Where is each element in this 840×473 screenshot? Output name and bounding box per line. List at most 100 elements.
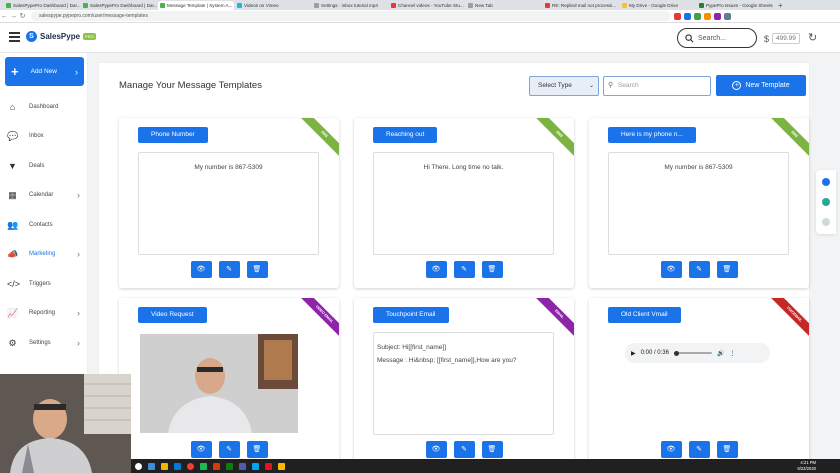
- eye-icon: 👁: [666, 446, 676, 453]
- chevron-right-icon: ›: [77, 249, 80, 259]
- extension-icon[interactable]: [684, 12, 691, 20]
- megaphone-icon: 📣: [7, 248, 19, 259]
- reload-icon[interactable]: ↻: [18, 12, 27, 20]
- browser-tab[interactable]: SalesPypePro Dashboard | Dar...: [81, 1, 157, 10]
- delete-button[interactable]: 🗑: [481, 261, 503, 278]
- chat-bubble-icon[interactable]: [822, 218, 830, 226]
- refresh-icon[interactable]: ↻: [808, 31, 817, 44]
- header-search-input[interactable]: Search...: [677, 28, 757, 48]
- play-icon[interactable]: ▶: [631, 350, 636, 357]
- sidebar-item-contacts[interactable]: 👥 Contacts: [0, 215, 88, 235]
- app-header: S SalesPype PRO Search... $ 499.99 ↻: [0, 23, 840, 53]
- app-icon[interactable]: [252, 462, 259, 470]
- chrome-icon[interactable]: [187, 462, 194, 470]
- extension-icon[interactable]: [714, 12, 721, 20]
- forward-icon[interactable]: →: [9, 13, 18, 20]
- delete-button[interactable]: 🗑: [716, 441, 738, 458]
- browser-tab[interactable]: New Tab: [466, 1, 542, 10]
- extension-icon[interactable]: [694, 12, 701, 20]
- delete-button[interactable]: 🗑: [716, 261, 738, 278]
- sidebar-item-dashboard[interactable]: ⌂ Dashboard: [0, 97, 88, 117]
- email-message-text: Message : Hi&nbsp; [[first_name]],How ar…: [377, 357, 517, 364]
- edit-button[interactable]: ✎: [218, 441, 240, 458]
- browser-tab[interactable]: Settings · inbox tutorial mp4: [312, 1, 388, 10]
- search-icon[interactable]: [135, 462, 142, 470]
- edit-button[interactable]: ✎: [688, 261, 710, 278]
- template-name-tag[interactable]: Touchpoint Email: [373, 307, 449, 323]
- menu-icon[interactable]: [9, 32, 20, 42]
- audio-progress-slider[interactable]: [673, 350, 712, 356]
- view-button[interactable]: 👁: [660, 441, 682, 458]
- browser-tab[interactable]: Message Template | System A...: [158, 0, 234, 10]
- sidebar-item-calendar[interactable]: ▦ Calendar ›: [0, 185, 88, 205]
- extension-icon[interactable]: [674, 12, 681, 20]
- back-icon[interactable]: ←: [0, 13, 9, 20]
- app-icon[interactable]: [213, 462, 220, 470]
- sidebar-item-deals[interactable]: ▼ Deals: [0, 156, 88, 176]
- view-button[interactable]: 👁: [425, 441, 447, 458]
- view-button[interactable]: 👁: [660, 261, 682, 278]
- app-icon[interactable]: [278, 462, 285, 470]
- template-name-tag[interactable]: Reaching out: [373, 127, 438, 143]
- edit-button[interactable]: ✎: [218, 261, 240, 278]
- template-name-tag[interactable]: Old Client Vmail: [608, 307, 681, 323]
- sidebar-item-inbox[interactable]: 💬 Inbox: [0, 126, 88, 146]
- edge-icon[interactable]: [174, 462, 181, 470]
- sidebar-item-marketing[interactable]: 📣 Marketing ›: [0, 244, 88, 264]
- browser-tab[interactable]: Channel videos - YouTube Stu...: [389, 1, 465, 10]
- app-icon[interactable]: [200, 462, 207, 470]
- new-template-button[interactable]: + New Template: [716, 75, 806, 96]
- template-preview: [138, 332, 319, 435]
- app-icon[interactable]: [265, 462, 272, 470]
- view-button[interactable]: 👁: [190, 441, 212, 458]
- view-button[interactable]: 👁: [190, 261, 212, 278]
- chevron-right-icon: ›: [77, 190, 80, 200]
- browser-tab[interactable]: SalesPypePro Dashboard | Dar...: [4, 1, 80, 10]
- new-tab-button[interactable]: +: [774, 1, 787, 10]
- delete-button[interactable]: 🗑: [246, 441, 268, 458]
- slider-knob[interactable]: [673, 350, 679, 356]
- bell-icon[interactable]: [822, 178, 830, 186]
- template-name-tag[interactable]: Video Request: [138, 307, 207, 323]
- delete-button[interactable]: 🗑: [246, 261, 268, 278]
- help-icon[interactable]: [822, 198, 830, 206]
- audio-player[interactable]: ▶ 0:00 / 0:36 🔊 ⋮: [625, 343, 770, 363]
- volume-icon[interactable]: 🔊: [717, 350, 724, 357]
- sidebar-item-triggers[interactable]: </> Triggers: [0, 274, 88, 294]
- excel-icon[interactable]: [226, 462, 233, 470]
- edit-button[interactable]: ✎: [688, 441, 710, 458]
- edit-button[interactable]: ✎: [453, 441, 475, 458]
- taskbar-clock[interactable]: 4:21 PM 9/23/2020: [797, 460, 816, 472]
- sidebar-item-settings[interactable]: ⚙ Settings ›: [0, 333, 88, 353]
- audio-time: 0:00 / 0:36: [640, 350, 669, 356]
- more-vertical-icon[interactable]: ⋮: [729, 350, 735, 357]
- extension-icon[interactable]: [704, 12, 711, 20]
- browser-tab[interactable]: RE: Replied mail not processi...: [543, 1, 619, 10]
- video-thumbnail[interactable]: [140, 334, 298, 433]
- gears-icon: ⚙: [8, 337, 17, 348]
- browser-tab[interactable]: Videos on Vimeo: [235, 1, 311, 10]
- trash-icon: 🗑: [722, 266, 732, 273]
- file-explorer-icon[interactable]: [161, 462, 168, 470]
- add-new-button[interactable]: + Add New ›: [5, 57, 84, 86]
- logo[interactable]: S SalesPype PRO: [26, 31, 96, 42]
- teams-icon[interactable]: [239, 462, 246, 470]
- profile-avatar[interactable]: [724, 12, 731, 20]
- edit-button[interactable]: ✎: [453, 261, 475, 278]
- sidebar-item-label: Contacts: [29, 222, 53, 228]
- browser-tab[interactable]: My Drive - Google Drive: [620, 1, 696, 10]
- sidebar-item-reporting[interactable]: 📈 Reporting ›: [0, 303, 88, 323]
- template-name-tag[interactable]: Here is my phone n...: [608, 127, 696, 143]
- chevron-right-icon: ›: [77, 338, 80, 348]
- template-actions: 👁 ✎ 🗑: [354, 261, 574, 278]
- template-search-input[interactable]: ⚲ Search: [603, 76, 711, 96]
- view-button[interactable]: 👁: [425, 261, 447, 278]
- task-view-icon[interactable]: [148, 462, 155, 470]
- address-bar[interactable]: salespype.pypepro.com/user/message-templ…: [31, 11, 671, 21]
- select-type-dropdown[interactable]: Select Type ⌄: [529, 76, 599, 96]
- template-card: Old Client Vmail VOICEMAIL ▶ 0:00 / 0:36 🔊 ⋮ 👁…: [589, 298, 809, 468]
- email-subject-text: Subject: Hi[[first_name]]: [377, 344, 446, 351]
- browser-tab[interactable]: PypePro Issues - Google Sheets: [697, 1, 773, 10]
- template-name-tag[interactable]: Phone Number: [138, 127, 208, 143]
- delete-button[interactable]: 🗑: [481, 441, 503, 458]
